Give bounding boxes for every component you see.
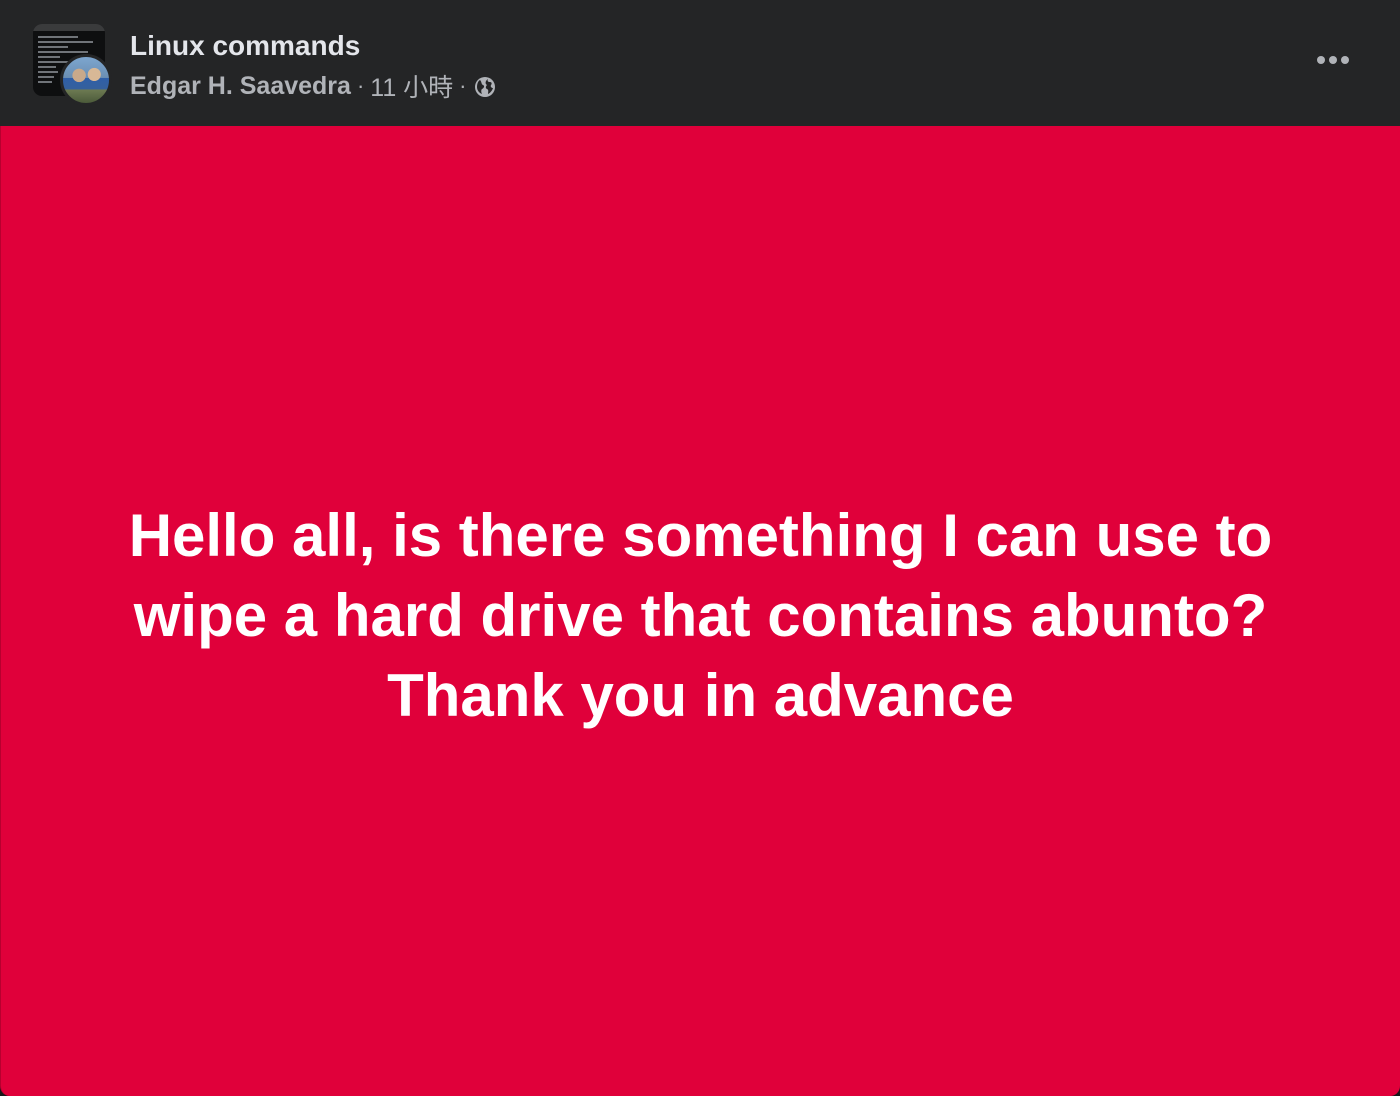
terminal-titlebar <box>33 24 105 31</box>
meta-separator: · <box>356 73 365 98</box>
post-timestamp-link[interactable]: 11 小時 <box>370 68 453 104</box>
user-avatar-image[interactable] <box>60 54 112 106</box>
more-options-button[interactable] <box>1306 40 1360 80</box>
post-background-card: Hello all, is there something I can use … <box>0 126 1400 1096</box>
post-text-line: Hello all, is there something I can use … <box>128 502 1273 569</box>
more-horizontal-icon <box>1329 56 1337 64</box>
terminal-line <box>38 66 56 68</box>
globe-icon[interactable] <box>473 75 497 99</box>
post-header: Linux commands Edgar H. Saavedra · 11 小時… <box>0 0 1400 126</box>
more-horizontal-icon <box>1341 56 1349 64</box>
terminal-line <box>38 41 93 43</box>
terminal-line <box>38 81 52 83</box>
group-name-link[interactable]: Linux commands <box>130 28 360 64</box>
terminal-line <box>38 46 68 48</box>
terminal-line <box>38 76 54 78</box>
terminal-line <box>38 51 88 53</box>
post-text-line: wipe a hard drive that contains abunto? <box>133 582 1268 649</box>
post-text-line: Thank you in advance <box>387 662 1014 729</box>
terminal-line <box>38 36 78 38</box>
terminal-line <box>38 71 58 73</box>
author-name-link[interactable]: Edgar H. Saavedra <box>130 72 351 101</box>
post-meta: Edgar H. Saavedra · 11 小時 · <box>130 68 497 104</box>
more-horizontal-icon <box>1317 56 1325 64</box>
terminal-line <box>38 56 60 58</box>
meta-separator: · <box>459 73 467 98</box>
feed-post: Linux commands Edgar H. Saavedra · 11 小時… <box>0 0 1400 1096</box>
post-text: Hello all, is there something I can use … <box>51 496 1351 736</box>
